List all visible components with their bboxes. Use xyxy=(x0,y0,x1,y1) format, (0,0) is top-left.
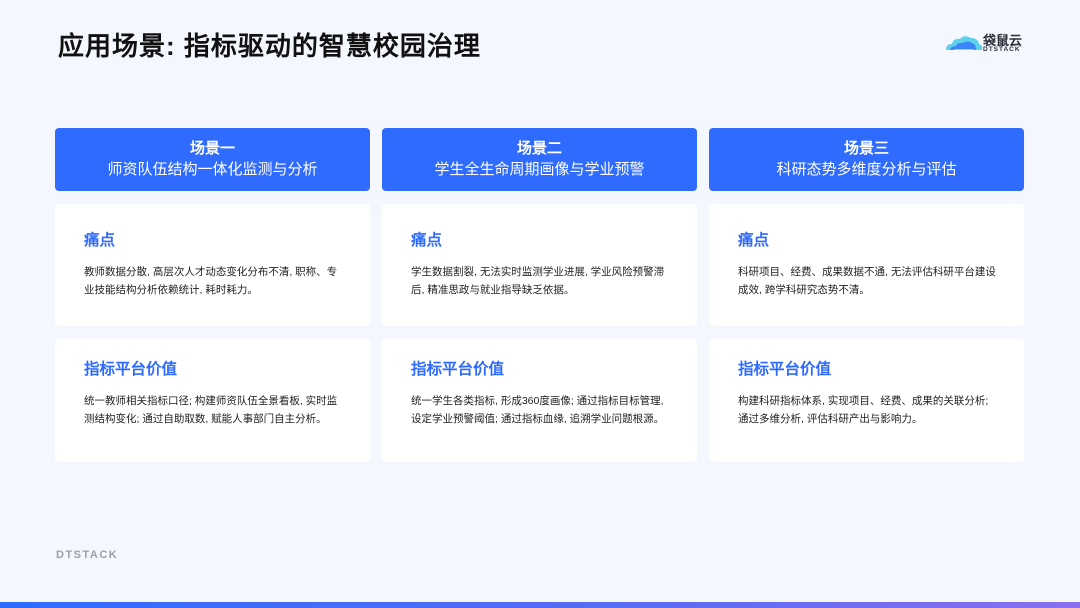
value-card-1: 指标平台价值 统一教师相关指标口径; 构建师资队伍全景看板, 实时监测结构变化;… xyxy=(55,339,370,462)
footer-brand: DTSTACK xyxy=(56,549,119,561)
value-text: 构建科研指标体系, 实现项目、经费、成果的关联分析; 通过多维分析, 评估科研产… xyxy=(738,395,989,425)
value-text: 统一学生各类指标, 形成360度画像; 通过指标目标管理, 设定学业预警阈值; … xyxy=(411,395,665,425)
value-text: 统一教师相关指标口径; 构建师资队伍全景看板, 实时监测结构变化; 通过自助取数… xyxy=(84,395,338,425)
scenario-name: 学生全生命周期画像与学业预警 xyxy=(434,161,645,178)
pain-text: 科研项目、经费、成果数据不通, 无法评估科研平台建设成效, 跨学科研究态势不清。 xyxy=(738,266,996,296)
scenario-label: 场景三 xyxy=(843,140,889,157)
scenario-header-2: 场景二 学生全生命周期画像与学业预警 xyxy=(382,128,697,191)
page-title: 应用场景: 指标驱动的智慧校园治理 xyxy=(58,31,481,61)
value-card-2: 指标平台价值 统一学生各类指标, 形成360度画像; 通过指标目标管理, 设定学… xyxy=(382,339,697,462)
pain-text: 学生数据割裂, 无法实时监测学业进展, 学业风险预警滞后, 精准思政与就业指导缺… xyxy=(411,266,665,296)
value-title: 指标平台价值 xyxy=(84,361,178,378)
scenario-label: 场景二 xyxy=(516,140,562,157)
pain-title: 痛点 xyxy=(84,232,116,249)
scenario-name: 科研态势多维度分析与评估 xyxy=(776,161,957,178)
scenario-header-3: 场景三 科研态势多维度分析与评估 xyxy=(709,128,1024,191)
logo-subtext: DTSTACK xyxy=(983,46,1021,53)
scenario-header-1: 场景一 师资队伍结构一体化监测与分析 xyxy=(55,128,370,191)
value-title: 指标平台价值 xyxy=(411,361,505,378)
pain-card-3: 痛点 科研项目、经费、成果数据不通, 无法评估科研平台建设成效, 跨学科研究态势… xyxy=(709,204,1024,326)
pain-card-1: 痛点 教师数据分散, 高层次人才动态变化分布不清, 职称、专业技能结构分析依赖统… xyxy=(55,204,370,326)
scenario-name: 师资队伍结构一体化监测与分析 xyxy=(107,161,318,178)
pain-title: 痛点 xyxy=(411,232,443,249)
value-card-3: 指标平台价值 构建科研指标体系, 实现项目、经费、成果的关联分析; 通过多维分析… xyxy=(709,339,1024,462)
pain-card-2: 痛点 学生数据割裂, 无法实时监测学业进展, 学业风险预警滞后, 精准思政与就业… xyxy=(382,204,697,326)
bottom-accent-bar xyxy=(0,602,1080,608)
value-title: 指标平台价值 xyxy=(738,361,832,378)
pain-title: 痛点 xyxy=(738,232,770,249)
scenario-label: 场景一 xyxy=(189,140,235,157)
pain-text: 教师数据分散, 高层次人才动态变化分布不清, 职称、专业技能结构分析依赖统计, … xyxy=(84,266,338,296)
